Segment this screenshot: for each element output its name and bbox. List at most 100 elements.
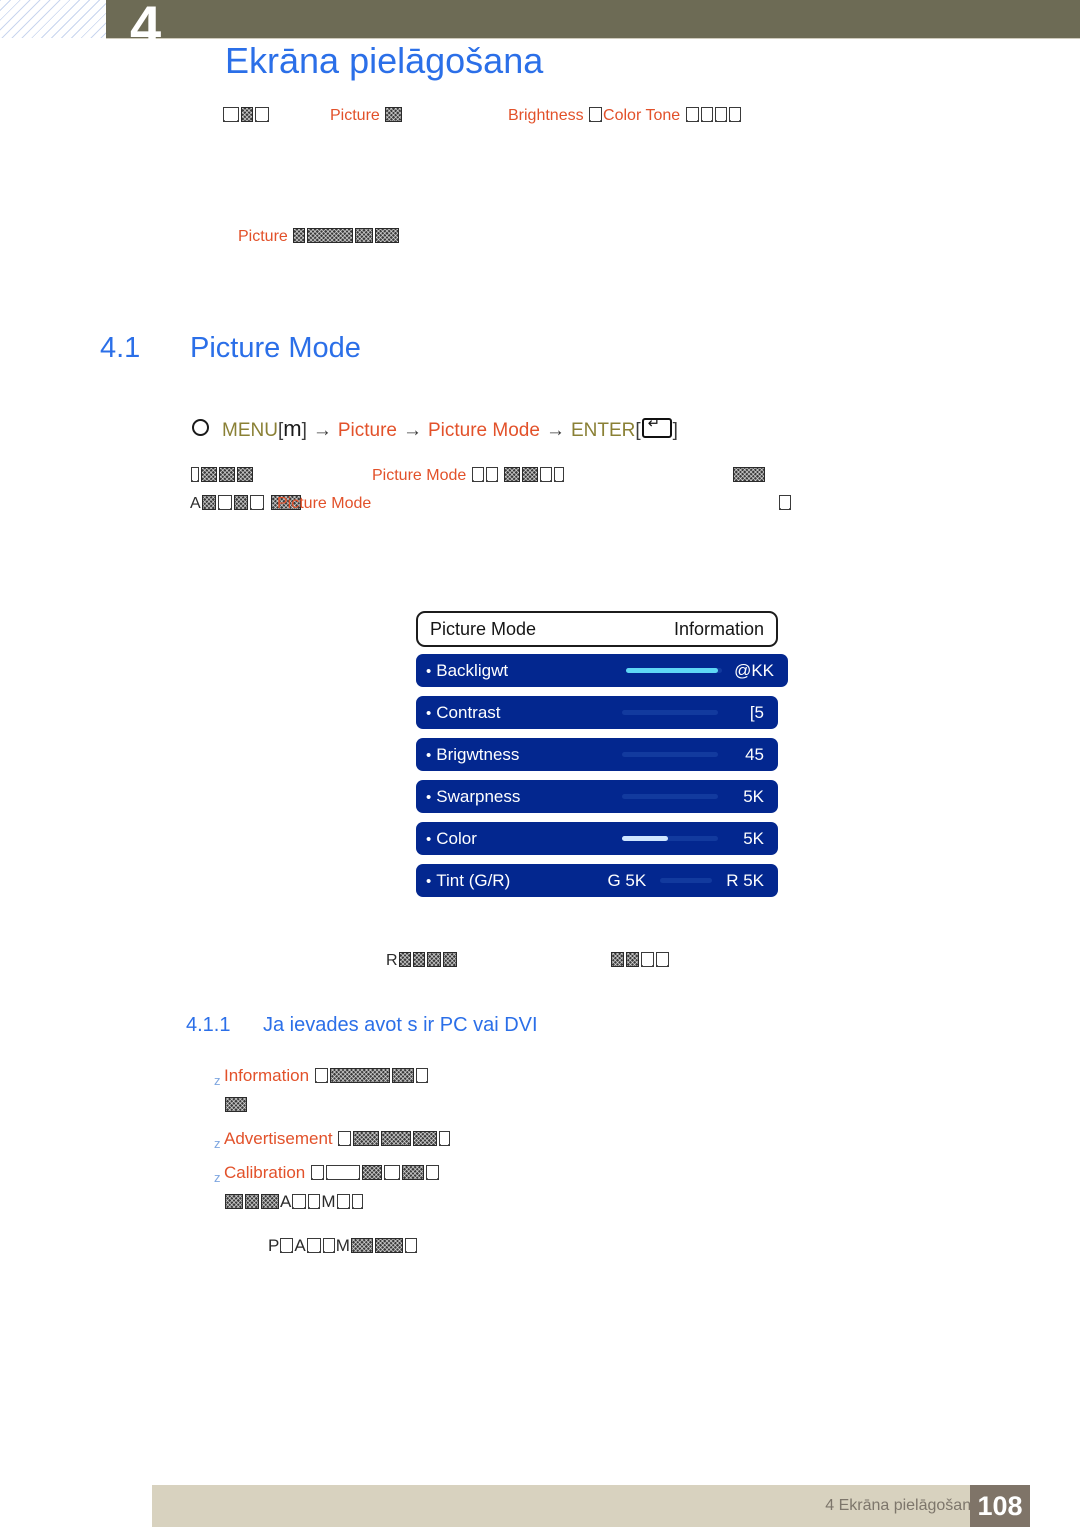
- missing-glyph: [385, 107, 403, 122]
- missing-glyph: [355, 228, 374, 243]
- inline-picture-mode-label: Picture Mode: [372, 467, 467, 484]
- bullet-item-information-continued: [224, 1095, 248, 1115]
- osd-slider-color[interactable]: [622, 836, 718, 841]
- bullet-item-advertisement: Advertisement: [224, 1129, 451, 1149]
- body-paragraph-2-suffix: [778, 495, 792, 513]
- paragraph-leading-letter: A: [190, 495, 201, 512]
- menu-label: MENU: [222, 420, 278, 441]
- osd-row-backlight[interactable]: • Backligwt @KK: [416, 654, 788, 687]
- osd-value-tint-green: G 5K: [607, 870, 647, 890]
- missing-glyph: [656, 952, 669, 967]
- intro-colortone-label: Color Tone: [603, 107, 681, 124]
- page-title: Ekrāna pielāgošana: [225, 40, 544, 81]
- missing-glyph: [442, 952, 457, 967]
- osd-slider-backlight[interactable]: [626, 668, 723, 673]
- missing-glyph: [589, 107, 603, 122]
- bullet-label-information: Information: [224, 1066, 310, 1085]
- missing-glyph: [728, 107, 741, 122]
- missing-glyph: [233, 495, 248, 510]
- osd-label-text: Contrast: [436, 702, 501, 722]
- body-paragraph-1-prefix: [190, 467, 254, 485]
- missing-glyph: [219, 467, 235, 482]
- body-paragraph-1-suffix: [732, 467, 766, 485]
- missing-glyph: [381, 1131, 412, 1146]
- arrow-icon: →: [402, 420, 422, 441]
- missing-glyph: [426, 1165, 439, 1180]
- bracket-close: ]: [672, 420, 678, 441]
- missing-glyph: [611, 952, 624, 967]
- missing-glyph: [504, 467, 521, 482]
- osd-label-text: Brigwtness: [436, 744, 520, 764]
- missing-glyph: [540, 467, 553, 482]
- missing-glyph: [201, 467, 217, 482]
- osd-bullet-icon: •: [426, 746, 432, 764]
- menu-path-item-picture-mode: Picture Mode: [427, 420, 540, 441]
- osd-row-brightness[interactable]: • Brigwtness 45: [416, 738, 778, 771]
- subsection-number: 4.1.1: [186, 1014, 231, 1036]
- osd-row-contrast[interactable]: • Contrast [5: [416, 696, 778, 729]
- missing-glyph: [249, 495, 264, 510]
- menu-key-icon: m: [283, 416, 302, 441]
- osd-slider-tint[interactable]: [660, 878, 713, 883]
- osd-value-color: 5K: [743, 828, 764, 848]
- osd-row-color[interactable]: • Color 5K: [416, 822, 778, 855]
- missing-glyph: [241, 107, 253, 122]
- arrow-icon: →: [545, 420, 565, 441]
- missing-glyph: [626, 952, 639, 967]
- missing-glyph: [191, 467, 199, 482]
- missing-glyph: [439, 1131, 451, 1146]
- osd-row-label: • Brigwtness: [426, 745, 519, 765]
- missing-glyph: [384, 1165, 400, 1180]
- header-stripe-pattern: [0, 0, 106, 38]
- missing-glyph: [338, 1131, 352, 1146]
- header-underline: [106, 38, 1080, 39]
- missing-glyph: [353, 1131, 380, 1146]
- missing-glyph: [280, 1238, 294, 1253]
- osd-bullet-icon: •: [426, 872, 432, 890]
- missing-glyph: [374, 1238, 403, 1253]
- missing-glyph: [292, 1194, 307, 1209]
- missing-glyph: [471, 467, 484, 482]
- osd-slider-sharpness[interactable]: [622, 794, 718, 799]
- arrow-icon: →: [312, 420, 332, 441]
- tail-line-1: AM: [224, 1192, 364, 1212]
- osd-caption-right: [610, 952, 670, 970]
- osd-slider-brightness[interactable]: [622, 752, 718, 757]
- osd-header-title: Picture Mode: [430, 618, 537, 639]
- osd-label-text: Tint (G/R): [436, 870, 511, 890]
- missing-glyph: [351, 1194, 363, 1209]
- osd-row-label: • Contrast: [426, 703, 501, 723]
- missing-glyph: [733, 467, 765, 482]
- osd-row-sharpness[interactable]: • Swarpness 5K: [416, 780, 778, 813]
- missing-glyph: [685, 107, 699, 122]
- osd-value-contrast: [5: [749, 702, 764, 722]
- body-paragraph-1-keyword: Picture Mode: [372, 467, 565, 485]
- missing-glyph: [308, 1194, 321, 1209]
- tail-letter-a2: A: [294, 1236, 306, 1255]
- bullet-item-calibration: Calibration: [224, 1163, 440, 1183]
- osd-slider-fill: [622, 836, 669, 841]
- body-paragraph-2-keyword: Picture Mode: [277, 495, 371, 513]
- osd-row-label: • Swarpness: [426, 787, 520, 807]
- inline-picture-mode-label-2: Picture Mode: [277, 495, 372, 512]
- missing-glyph: [641, 952, 654, 967]
- missing-glyph: [261, 1194, 279, 1209]
- osd-slider-contrast[interactable]: [622, 710, 718, 715]
- osd-slider-fill: [626, 668, 719, 673]
- missing-glyph: [779, 495, 791, 510]
- osd-row-tint[interactable]: • Tint (G/R) G 5K R 5K: [416, 864, 778, 897]
- tail-letter-a: A: [280, 1192, 292, 1211]
- intro-brightness-label: Brightness: [508, 107, 584, 124]
- tail-letter-p: P: [268, 1236, 280, 1255]
- missing-glyph: [225, 1097, 247, 1112]
- missing-glyph: [404, 1238, 417, 1253]
- osd-bullet-icon: •: [426, 788, 432, 806]
- missing-glyph: [485, 467, 498, 482]
- missing-glyph: [225, 1194, 243, 1209]
- missing-glyph: [329, 1068, 390, 1083]
- missing-glyph: [314, 1068, 328, 1083]
- missing-glyph: [426, 952, 441, 967]
- osd-row-label: • Color: [426, 829, 477, 849]
- missing-glyph: [413, 1131, 438, 1146]
- missing-glyph: [375, 228, 400, 243]
